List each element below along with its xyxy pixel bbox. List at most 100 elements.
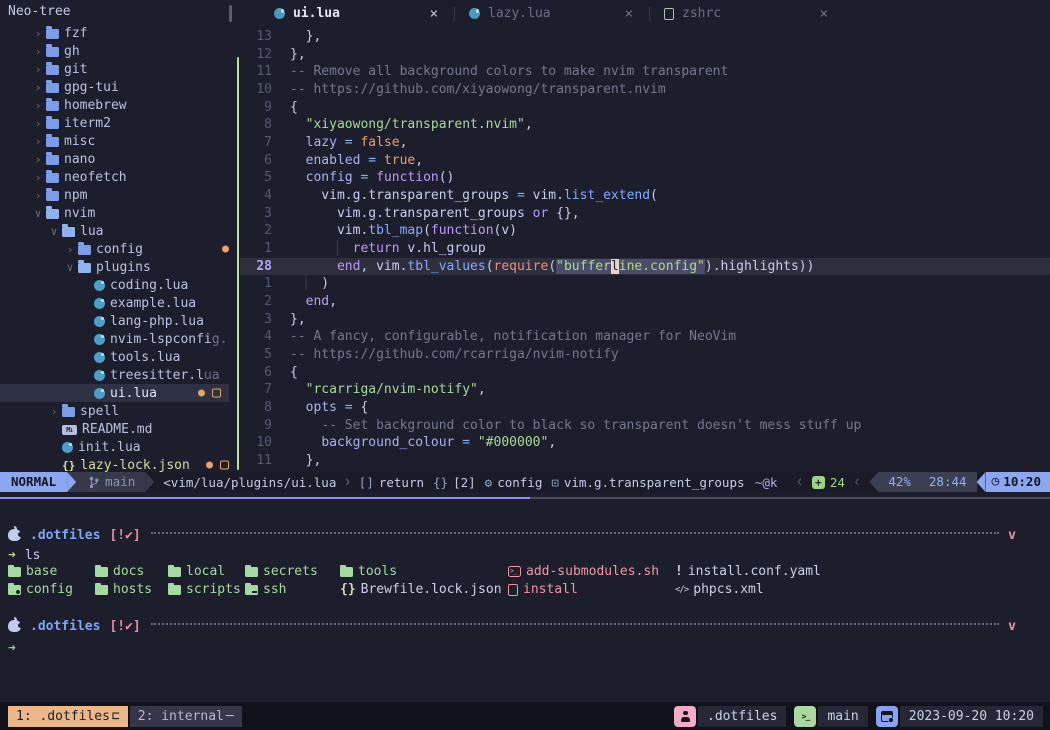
tab-ui.lua[interactable]: ui.lua× <box>262 0 452 27</box>
tree-item-iterm2[interactable]: ›iterm2 <box>0 114 237 132</box>
tree-item-lang-php.lua[interactable]: lang-php.lua <box>0 312 237 330</box>
md-icon <box>62 425 77 435</box>
tree-item-lua[interactable]: ∨lua <box>0 222 237 240</box>
tree-item-gpg-tui[interactable]: ›gpg-tui <box>0 78 237 96</box>
window-separator[interactable] <box>237 57 239 470</box>
tmux-pane-border[interactable] <box>0 497 1050 499</box>
code-line[interactable]: 10 background_colour = "#000000", <box>240 434 1050 452</box>
tree-item-label: coding.lua <box>110 278 188 293</box>
unsaved-square-badge <box>212 389 221 398</box>
code-line[interactable]: 6{ <box>240 364 1050 382</box>
command-line[interactable]: ➜ <box>8 639 16 657</box>
tree-item-nano[interactable]: ›nano <box>0 150 237 168</box>
tree-item-homebrew[interactable]: ›homebrew <box>0 96 237 114</box>
breadcrumb-label: [2] <box>453 475 476 490</box>
gear-icon: ⚙ <box>485 475 493 490</box>
tree-item-config[interactable]: ›config <box>0 240 237 258</box>
code-line[interactable]: 5 config = function() <box>240 169 1050 187</box>
diff-added-icon: + <box>812 476 825 489</box>
code-line[interactable]: 11 }, <box>240 452 1050 470</box>
code-line[interactable]: 13 }, <box>240 28 1050 46</box>
code-line[interactable]: 11-- Remove all background colors to mak… <box>240 63 1050 81</box>
code-line[interactable]: 8 "xiyaowong/transparent.nvim", <box>240 116 1050 134</box>
tree-item-git[interactable]: ›git <box>0 60 237 78</box>
breadcrumb-label: return <box>379 475 424 490</box>
ls-item-docs: docs <box>95 564 168 579</box>
folder-icon <box>46 29 59 39</box>
tree-item-plugins[interactable]: ∨plugins <box>0 258 237 276</box>
tree-item-nvim[interactable]: ∨nvim <box>0 204 237 222</box>
tree-item-spell[interactable]: ›spell <box>0 402 237 420</box>
folder-icon <box>168 567 181 577</box>
terminal-pane[interactable]: .dotfiles [!✔] v ➜ ls basedocslocalsecre… <box>0 505 1050 702</box>
code-text: lazy = false, <box>290 134 407 152</box>
folder-icon <box>46 173 59 183</box>
code-line[interactable]: 1 ▏ return v.hl_group <box>240 240 1050 258</box>
unsaved-square-badge <box>220 461 229 470</box>
tree-item-gh[interactable]: ›gh <box>0 42 237 60</box>
breadcrumb--2-: {}[2] <box>433 475 476 490</box>
chevron-right-icon: › <box>30 45 46 58</box>
tree-item-ui.lua[interactable]: ui.lua <box>0 384 229 402</box>
ls-item-label: install.conf.yaml <box>688 564 821 579</box>
tmux-session-name-segment: .dotfiles <box>674 706 786 727</box>
tree-item-label-truncated: ua <box>204 368 220 383</box>
tree-item-example.lua[interactable]: example.lua <box>0 294 237 312</box>
code-line[interactable]: 9{ <box>240 99 1050 117</box>
tab-zshrc[interactable]: zshrc× <box>652 0 842 27</box>
tree-item-fzf[interactable]: ›fzf <box>0 24 237 42</box>
code-line[interactable]: 3}, <box>240 311 1050 329</box>
tree-item-init.lua[interactable]: init.lua <box>0 438 237 456</box>
code-text: background_colour = "#000000", <box>290 434 556 452</box>
prompt-repo: .dotfiles <box>30 528 100 543</box>
tree-item-npm[interactable]: ›npm <box>0 186 237 204</box>
code-line[interactable]: 5-- https://github.com/rcarriga/nvim-not… <box>240 346 1050 364</box>
tree-item-label: ui.lua <box>110 386 157 401</box>
code-line[interactable]: 12}, <box>240 46 1050 64</box>
close-icon[interactable]: × <box>625 6 633 22</box>
code-line[interactable]: 7 lazy = false, <box>240 134 1050 152</box>
close-icon[interactable]: × <box>820 6 828 22</box>
ls-item-label: local <box>186 564 225 579</box>
tree-item-neofetch[interactable]: ›neofetch <box>0 168 237 186</box>
chevron-right-icon: › <box>46 405 62 418</box>
line-number: 7 <box>240 134 272 152</box>
close-icon[interactable]: × <box>430 6 438 22</box>
code-line[interactable]: 2 vim.tbl_map(function(v) <box>240 222 1050 240</box>
tree-item-nvim-lspconfi[interactable]: nvim-lspconfig. <box>0 330 237 348</box>
code-line[interactable]: 7 "rcarriga/nvim-notify", <box>240 381 1050 399</box>
code-line[interactable]: 6 enabled = true, <box>240 152 1050 170</box>
tree-item-README.md[interactable]: README.md <box>0 420 237 438</box>
code-line[interactable]: 2 end, <box>240 293 1050 311</box>
tmux-window-internal[interactable]: 2: internal ─ <box>130 706 242 727</box>
code-text: config = function() <box>290 169 454 187</box>
tmux-window-.dotfiles[interactable]: 1: .dotfiles ⊏ <box>8 706 128 727</box>
code-line[interactable]: 10-- https://github.com/xiyaowong/transp… <box>240 81 1050 99</box>
line-number: 6 <box>240 152 272 170</box>
code-line[interactable]: 8 opts = { <box>240 399 1050 417</box>
line-number: 4 <box>240 328 272 346</box>
tree-item-coding.lua[interactable]: coding.lua <box>0 276 237 294</box>
code-line[interactable]: 1 ▏ ) <box>240 275 1050 293</box>
folder-icon <box>340 567 353 577</box>
neotree-items: ›fzf›gh›git›gpg-tui›homebrew›iterm2›misc… <box>0 24 237 474</box>
code-line[interactable]: 3 vim.g.transparent_groups or {}, <box>240 205 1050 223</box>
code-line[interactable]: 4-- A fancy, configurable, notification … <box>240 328 1050 346</box>
ls-item-label: base <box>26 564 57 579</box>
field-icon: ⊡ <box>551 475 559 490</box>
code-line[interactable]: 4 vim.g.transparent_groups = vim.list_ex… <box>240 187 1050 205</box>
tree-item-treesitter.l[interactable]: treesitter.lua <box>0 366 237 384</box>
code-line-current[interactable]: 28 end, vim.tbl_values(require("bufferli… <box>240 258 1050 276</box>
folder-icon <box>46 83 59 93</box>
folder-open-icon <box>78 263 91 273</box>
excl-icon <box>675 564 683 579</box>
tree-item-label: git <box>64 62 87 77</box>
code-text: ▏ ) <box>290 275 329 293</box>
tab-lazy.lua[interactable]: lazy.lua× <box>457 0 647 27</box>
neotree-scrollbar[interactable] <box>229 5 232 22</box>
code-line[interactable]: 9 -- Set background color to black so tr… <box>240 417 1050 435</box>
tree-item-label: plugins <box>96 260 151 275</box>
tree-item-tools.lua[interactable]: tools.lua <box>0 348 237 366</box>
tree-item-misc[interactable]: ›misc <box>0 132 237 150</box>
statusline: NORMAL main <vim/lua/plugins/ui.lua › []… <box>0 472 1050 492</box>
